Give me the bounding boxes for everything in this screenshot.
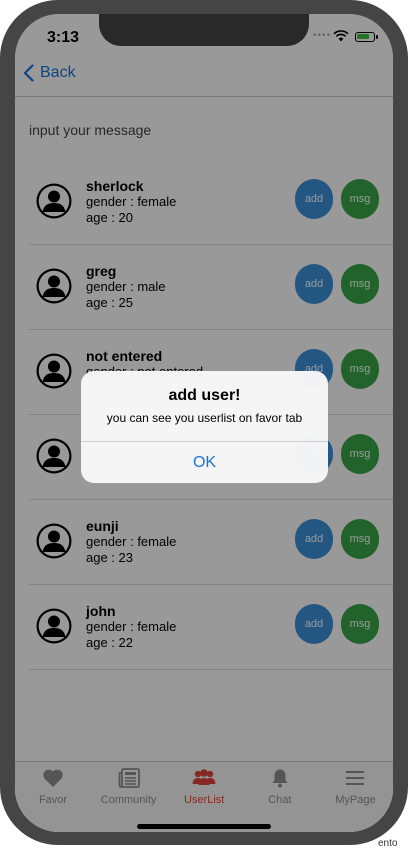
app-screen: 3:13 •••• Back sherlockgender : femaleag… [15, 14, 393, 832]
alert-message: you can see you userlist on favor tab [106, 411, 303, 425]
alert-ok-button[interactable]: OK [81, 442, 328, 483]
alert-dialog: add user! you can see you userlist on fa… [81, 371, 328, 483]
home-indicator [137, 824, 271, 829]
background-text: ento [378, 838, 398, 849]
alert-title: add user! [168, 387, 241, 404]
